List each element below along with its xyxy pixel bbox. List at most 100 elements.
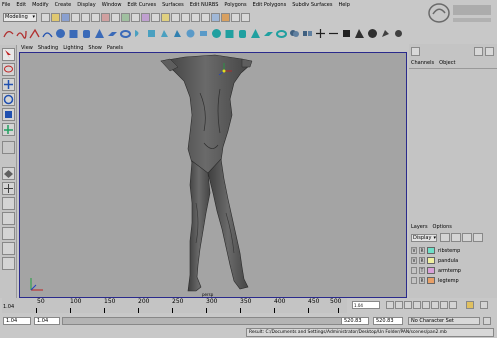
- attribute-editor-icon[interactable]: [411, 47, 420, 56]
- layer-color-swatch[interactable]: [427, 267, 435, 274]
- mask-joints-icon[interactable]: [111, 12, 120, 22]
- end-time-field[interactable]: 520.83: [373, 317, 403, 325]
- snap-curve-icon[interactable]: [181, 12, 190, 22]
- menu-file[interactable]: File: [2, 2, 10, 8]
- single-view-layout-icon[interactable]: [2, 167, 15, 180]
- layer-row[interactable]: R legtemp: [411, 276, 495, 285]
- poly-cube-icon[interactable]: [224, 28, 235, 39]
- combine-icon[interactable]: [289, 28, 300, 39]
- layers-menu[interactable]: Layers: [411, 224, 428, 230]
- save-scene-icon[interactable]: [61, 12, 70, 22]
- select-component-icon[interactable]: [91, 12, 100, 22]
- start-time-field[interactable]: 1.04: [3, 317, 31, 325]
- mask-rendering-icon[interactable]: [161, 12, 170, 22]
- menu-window[interactable]: Window: [102, 2, 122, 8]
- mode-selector[interactable]: Modeling ▾: [3, 12, 37, 22]
- extrude-icon[interactable]: [172, 28, 183, 39]
- snap-point-icon[interactable]: [191, 12, 200, 22]
- menu-help[interactable]: Help: [338, 2, 349, 8]
- step-forward-key-icon[interactable]: [431, 301, 439, 309]
- separate-icon[interactable]: [302, 28, 313, 39]
- open-scene-icon[interactable]: [51, 12, 60, 22]
- auto-key-icon[interactable]: [483, 317, 491, 325]
- nurbs-sphere-icon[interactable]: [55, 28, 66, 39]
- channel-box-icon[interactable]: [485, 47, 494, 56]
- range-slider-bar[interactable]: [62, 317, 344, 325]
- result-field[interactable]: Result: C:/Documents and Settings/Admini…: [246, 328, 494, 337]
- layer-row[interactable]: V R pandula: [411, 256, 495, 265]
- poly-cone-icon[interactable]: [250, 28, 261, 39]
- persp-outliner-layout-icon[interactable]: [2, 257, 15, 270]
- sculpt-icon[interactable]: [380, 28, 391, 39]
- menu-edit[interactable]: Edit: [16, 2, 26, 8]
- layer-display-type[interactable]: R: [419, 257, 425, 264]
- curve-ep-icon[interactable]: [16, 28, 27, 39]
- nurbs-cone-icon[interactable]: [94, 28, 105, 39]
- layer-visibility[interactable]: [411, 267, 417, 274]
- nurbs-cube-icon[interactable]: [68, 28, 79, 39]
- layer-row[interactable]: V R ribstemp: [411, 246, 495, 255]
- history-icon[interactable]: [211, 12, 220, 22]
- planar-icon[interactable]: [159, 28, 170, 39]
- nurbs-cylinder-icon[interactable]: [81, 28, 92, 39]
- layer-type-select[interactable]: Display ▾: [411, 234, 437, 242]
- poly-cylinder-icon[interactable]: [237, 28, 248, 39]
- layer-move-up-icon[interactable]: [462, 233, 472, 242]
- key-icon[interactable]: [466, 301, 474, 309]
- layer-visibility[interactable]: V: [411, 257, 417, 264]
- select-tool-icon[interactable]: [2, 48, 15, 61]
- pencil-curve-icon[interactable]: [29, 28, 40, 39]
- tool-settings-icon[interactable]: [474, 47, 483, 56]
- play-forwards-icon[interactable]: [422, 301, 430, 309]
- layer-color-swatch[interactable]: [427, 247, 435, 254]
- hypershade-layout-icon[interactable]: [2, 227, 15, 240]
- menu-subdiv-surfaces[interactable]: Subdiv Surfaces: [292, 2, 332, 8]
- loft-icon[interactable]: [146, 28, 157, 39]
- bevel-icon[interactable]: [198, 28, 209, 39]
- mask-surfaces-icon[interactable]: [131, 12, 140, 22]
- step-forward-icon[interactable]: [440, 301, 448, 309]
- character-set-select[interactable]: No Character Set: [408, 317, 480, 325]
- menu-create[interactable]: Create: [55, 2, 72, 8]
- panel-menu-shading[interactable]: Shading: [38, 45, 58, 51]
- playback-start-field[interactable]: 1.04: [34, 317, 60, 325]
- select-object-icon[interactable]: [81, 12, 90, 22]
- step-back-icon[interactable]: [395, 301, 403, 309]
- new-scene-icon[interactable]: [41, 12, 50, 22]
- layer-display-type[interactable]: R: [419, 277, 425, 284]
- mask-dynamics-icon[interactable]: [151, 12, 160, 22]
- poly-sphere-icon[interactable]: [211, 28, 222, 39]
- ipr-render-icon[interactable]: [231, 12, 240, 22]
- menu-edit-polygons[interactable]: Edit Polygons: [253, 2, 287, 8]
- menu-polygons[interactable]: Polygons: [224, 2, 246, 8]
- mask-handles-icon[interactable]: [101, 12, 110, 22]
- layer-row[interactable]: T armtemp: [411, 266, 495, 275]
- time-ruler[interactable]: 1.04 50 100 150 200 250 300 350 400 450 …: [2, 298, 347, 313]
- smooth-icon[interactable]: [367, 28, 378, 39]
- perspective-viewport[interactable]: persp: [19, 52, 407, 298]
- menu-edit-curves[interactable]: Edit Curves: [127, 2, 156, 8]
- four-view-layout-icon[interactable]: [2, 182, 15, 195]
- outliner-layout-icon[interactable]: [2, 197, 15, 210]
- persp-graph-layout-icon[interactable]: [2, 242, 15, 255]
- panel-menu-show[interactable]: Show: [88, 45, 102, 51]
- curve-icon[interactable]: [3, 28, 14, 39]
- layer-visibility[interactable]: V: [411, 247, 417, 254]
- playback-end-field[interactable]: 520.83: [341, 317, 369, 325]
- panel-menu-lighting[interactable]: Lighting: [63, 45, 83, 51]
- panel-menu-view[interactable]: View: [21, 45, 33, 51]
- paint-icon[interactable]: [393, 28, 404, 39]
- snap-view-plane-icon[interactable]: [201, 12, 210, 22]
- last-tool-icon[interactable]: [2, 141, 15, 154]
- step-back-key-icon[interactable]: [404, 301, 412, 309]
- split-polygon-icon[interactable]: [328, 28, 339, 39]
- rotate-tool-icon[interactable]: [2, 93, 15, 106]
- poly-plane-icon[interactable]: [263, 28, 274, 39]
- revolve-icon[interactable]: [133, 28, 144, 39]
- channels-menu[interactable]: Channels: [411, 60, 434, 66]
- layer-display-type[interactable]: T: [419, 267, 425, 274]
- layer-display-type[interactable]: R: [419, 247, 425, 254]
- render-icon[interactable]: [221, 12, 230, 22]
- panel-menu-panels[interactable]: Panels: [107, 45, 123, 51]
- wedge-face-icon[interactable]: [354, 28, 365, 39]
